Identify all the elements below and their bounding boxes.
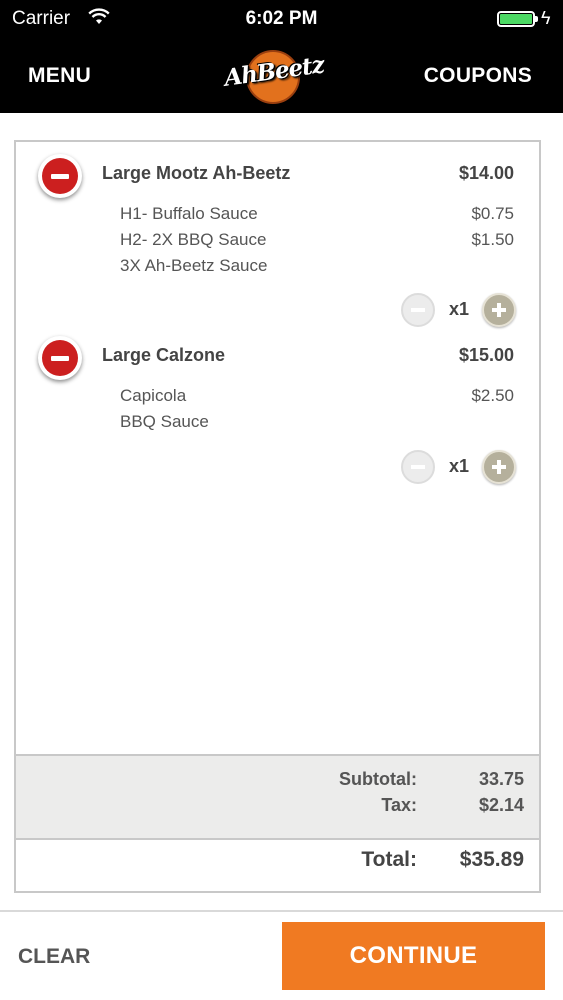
remove-item-button[interactable] xyxy=(38,336,82,380)
modifier-name: 3X Ah-Beetz Sauce xyxy=(120,256,268,275)
decrease-quantity-button[interactable] xyxy=(401,293,435,327)
item-name: Large Mootz Ah-Beetz xyxy=(102,163,291,183)
subtotal-value: 33.75 xyxy=(478,769,524,789)
total-label: Total: xyxy=(361,848,417,871)
status-bar: Carrier 6:02 PM ϟ xyxy=(0,0,563,38)
top-bar: Carrier 6:02 PM ϟ MENU AhBeetz COUPONS xyxy=(0,0,563,113)
totals-summary: Subtotal: 33.75 Tax: $2.14 xyxy=(16,754,539,840)
item-price: $14.00 xyxy=(458,163,514,183)
status-time: 6:02 PM xyxy=(245,8,318,29)
modifier-price: $2.50 xyxy=(471,386,514,405)
decrease-quantity-button[interactable] xyxy=(401,450,435,484)
modifier-name: H1- Buffalo Sauce xyxy=(120,204,258,223)
minus-icon xyxy=(411,308,425,312)
coupons-button[interactable]: COUPONS xyxy=(424,64,532,88)
quantity-label: x1 xyxy=(449,456,470,476)
modifier-name: BBQ Sauce xyxy=(120,412,209,431)
minus-icon xyxy=(411,465,425,469)
action-bar: CLEAR CONTINUE xyxy=(0,910,563,1000)
continue-button[interactable]: CONTINUE xyxy=(282,922,545,990)
app-header: MENU AhBeetz COUPONS xyxy=(0,38,563,113)
remove-item-icon xyxy=(42,158,78,194)
remove-item-button[interactable] xyxy=(38,154,82,198)
modifier-name: Capicola xyxy=(120,386,187,405)
app-logo[interactable]: AhBeetz xyxy=(222,46,326,106)
modifier-price: $0.75 xyxy=(471,204,514,223)
subtotal-label: Subtotal: xyxy=(339,769,417,789)
increase-quantity-button[interactable] xyxy=(482,450,516,484)
cart-panel: Large Mootz Ah-Beetz $14.00 H1- Buffalo … xyxy=(14,140,541,893)
clear-button[interactable]: CLEAR xyxy=(18,945,90,969)
tax-label: Tax: xyxy=(381,795,417,815)
total-value: $35.89 xyxy=(459,848,524,871)
item-name: Large Calzone xyxy=(102,345,226,365)
menu-button[interactable]: MENU xyxy=(28,64,91,88)
charging-icon: ϟ xyxy=(541,8,551,28)
modifier-price: $1.50 xyxy=(471,230,514,249)
item-price: $15.00 xyxy=(458,345,514,365)
quantity-label: x1 xyxy=(449,299,470,319)
remove-item-icon xyxy=(42,340,78,376)
battery-tip xyxy=(535,16,538,22)
battery-icon xyxy=(497,11,535,27)
tax-value: $2.14 xyxy=(478,795,524,815)
increase-quantity-button[interactable] xyxy=(482,293,516,327)
modifier-name: H2- 2X BBQ Sauce xyxy=(120,230,267,249)
